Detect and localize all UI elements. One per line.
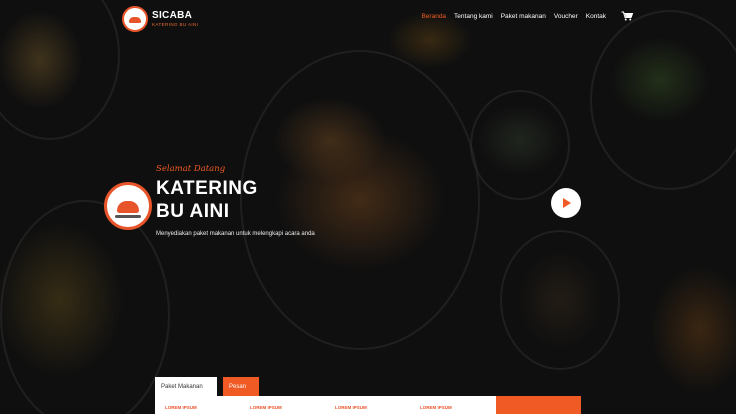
cart-icon[interactable] <box>621 11 633 21</box>
nav-item-voucher[interactable]: Voucher <box>554 13 578 20</box>
brand-name: SICABA <box>152 9 193 21</box>
brand-logo[interactable]: SICABA KATERING BU AINI <box>122 6 198 32</box>
tab-pesan[interactable]: Pesan <box>223 377 259 396</box>
nav-item-paket-makanan[interactable]: Paket makanan <box>501 13 546 20</box>
welcome-text: Selamat Datang <box>156 164 226 174</box>
tab-paket-makanan[interactable]: Paket Makanan <box>155 377 217 396</box>
nav-item-beranda[interactable]: Beranda <box>421 13 446 20</box>
booking-field-4[interactable]: LOREM IPSUM <box>410 396 495 414</box>
nav-item-kontak[interactable]: Kontak <box>586 13 606 20</box>
hero-description: Menyediakan paket makanan untuk melengka… <box>156 231 315 237</box>
hero-title: KATERING BU AINI <box>156 178 258 222</box>
top-navbar: SICABA KATERING BU AINI Beranda Tentang … <box>0 0 736 36</box>
booking-field-3[interactable]: LOREM IPSUM <box>325 396 410 414</box>
booking-panel: LOREM IPSUM LOREM IPSUM LOREM IPSUM LORE… <box>155 396 581 414</box>
brand-tagline: KATERING BU AINI <box>152 21 199 27</box>
hero-chef-logo <box>104 182 152 230</box>
nav-item-tentang-kami[interactable]: Tentang kami <box>454 13 493 20</box>
booking-submit-button[interactable] <box>496 396 581 414</box>
play-video-button[interactable] <box>551 188 581 218</box>
chef-logo-icon <box>122 6 148 32</box>
booking-tabs: Paket Makanan Pesan <box>155 377 259 396</box>
booking-field-1[interactable]: LOREM IPSUM <box>155 396 240 414</box>
main-nav: Beranda Tentang kami Paket makanan Vouch… <box>421 13 606 20</box>
booking-field-2[interactable]: LOREM IPSUM <box>240 396 325 414</box>
